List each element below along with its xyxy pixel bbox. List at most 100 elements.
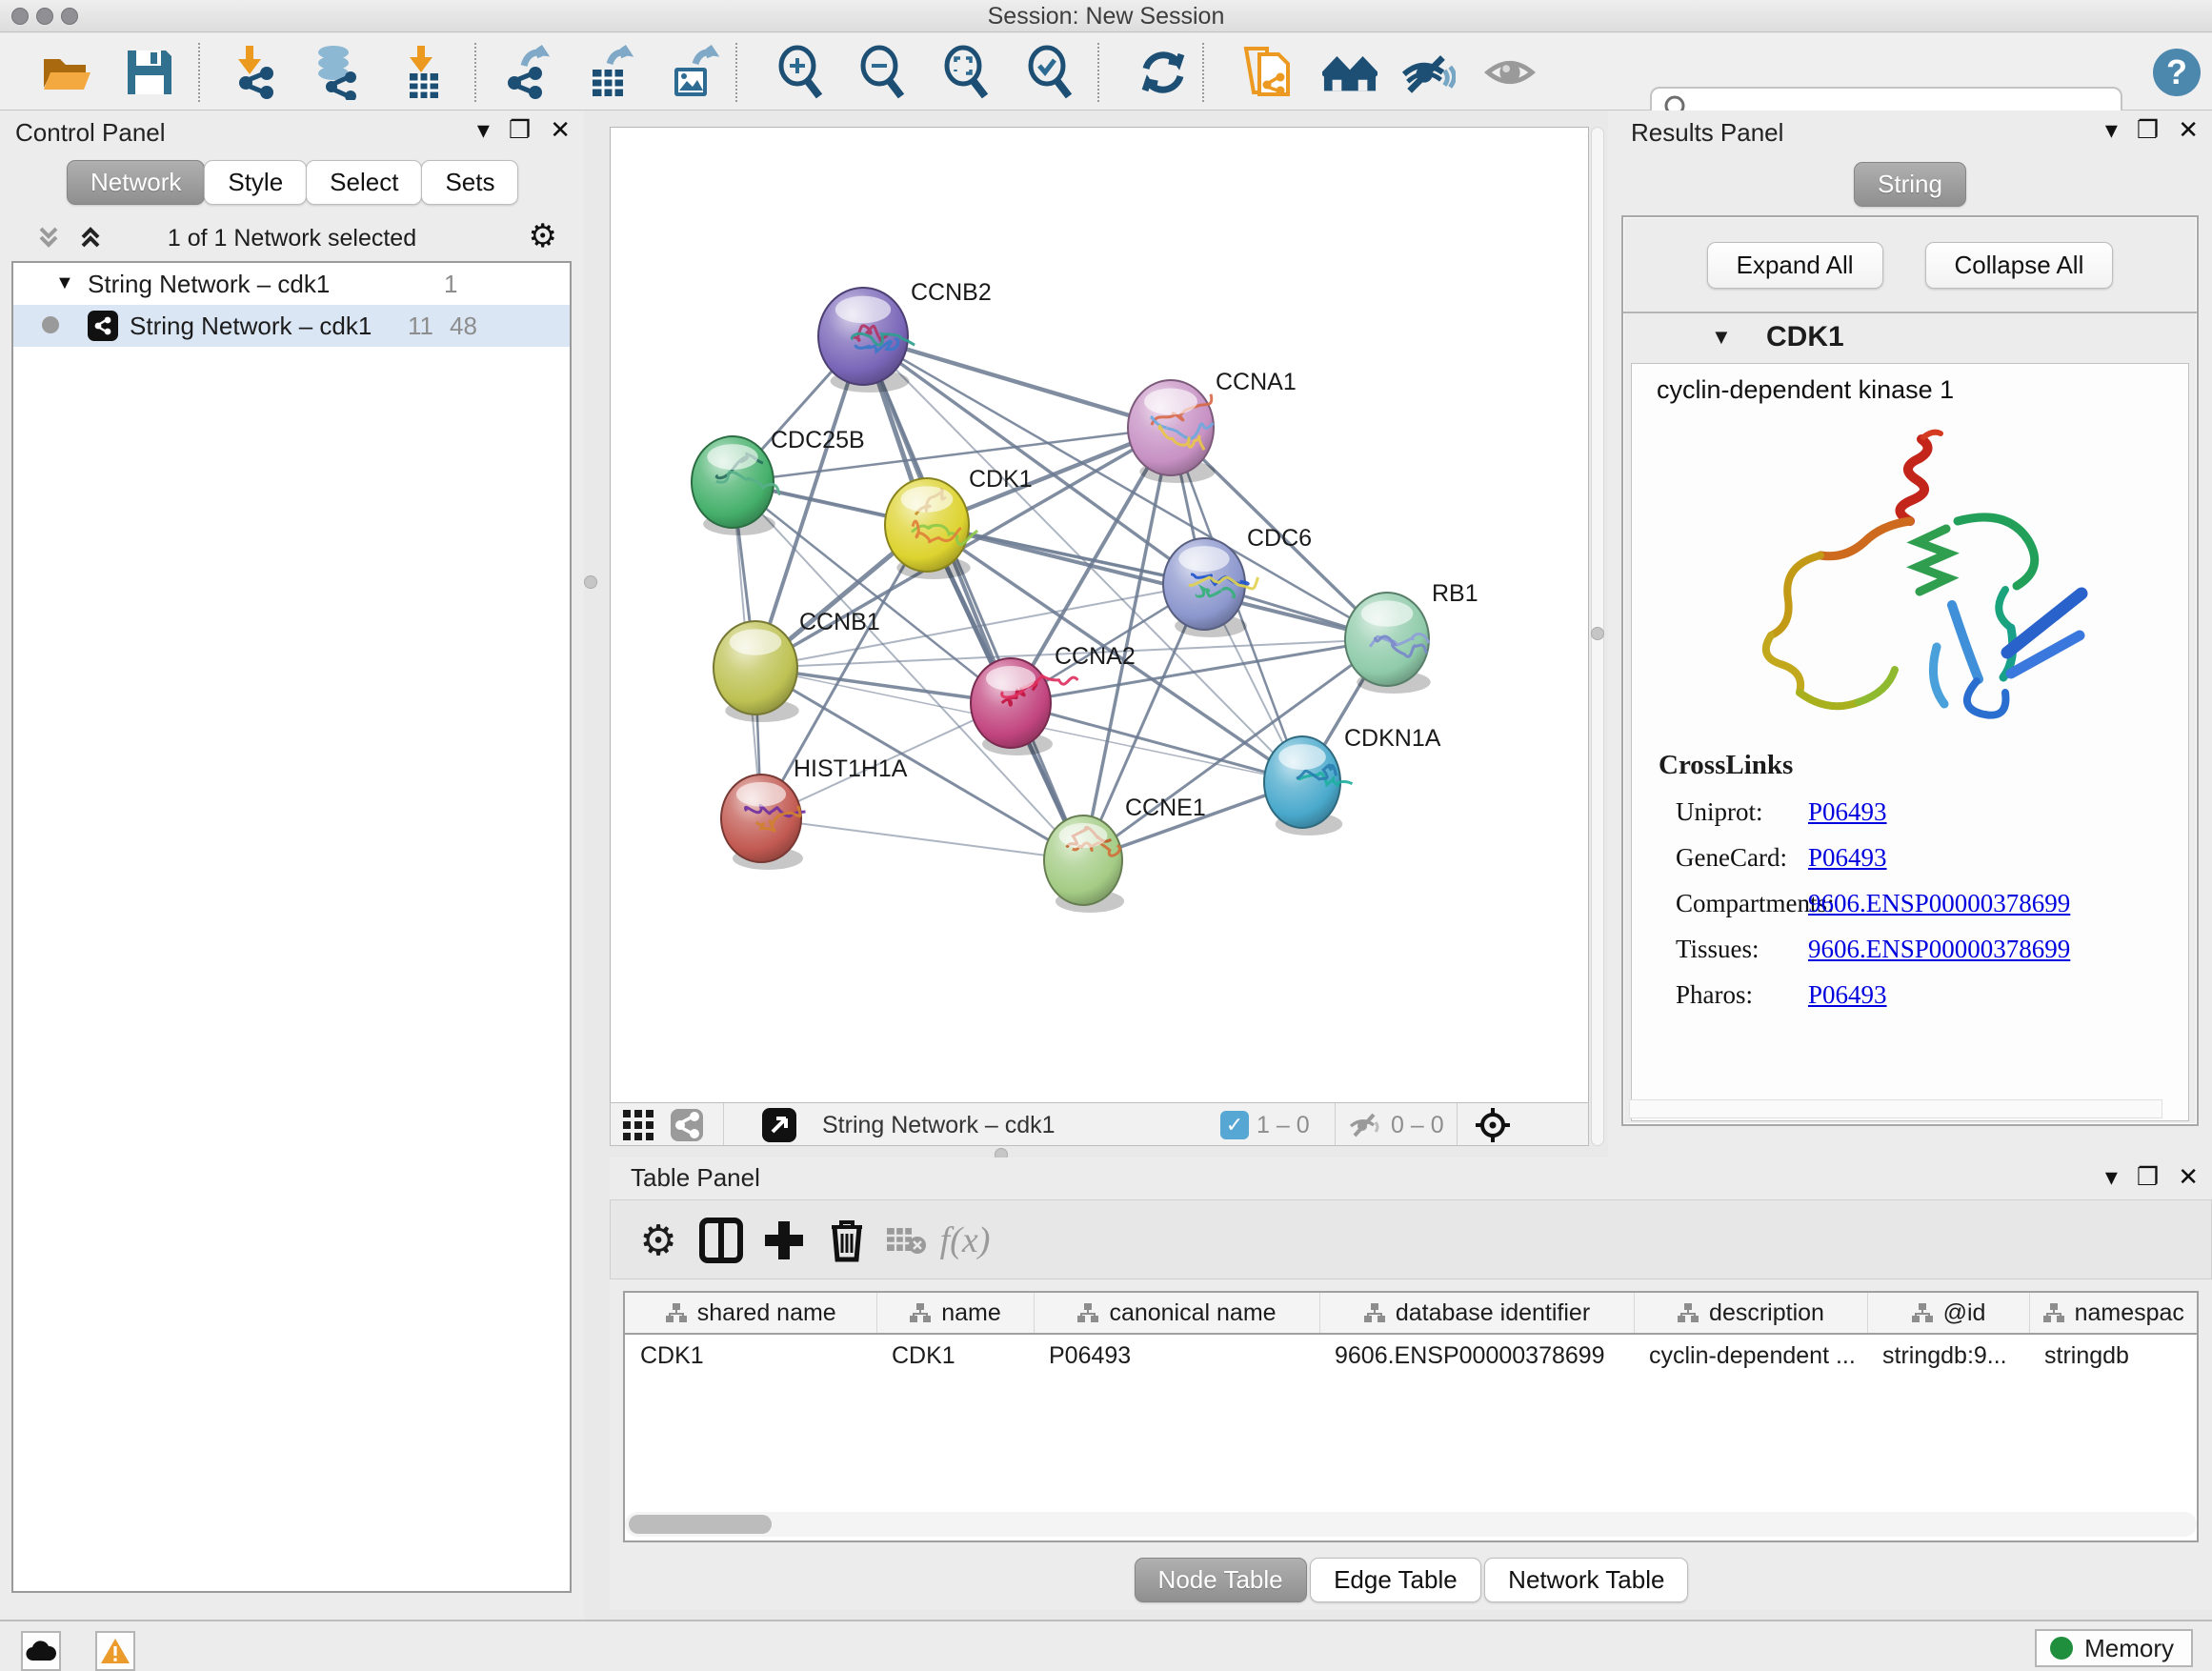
- network-graph[interactable]: CCNB2CCNA1CDC25BCDK1CDC6RB1CCNB1CCNA2CDK…: [611, 128, 1588, 1101]
- tab-style[interactable]: Style: [204, 160, 307, 205]
- scrollbar-thumb[interactable]: [629, 1515, 772, 1534]
- network-node-ccnb1[interactable]: CCNB1: [714, 609, 880, 722]
- hide-selected-button[interactable]: [1400, 45, 1456, 100]
- network-node-ccne1[interactable]: CCNE1: [1044, 795, 1206, 913]
- tab-select[interactable]: Select: [306, 160, 422, 205]
- import-network-from-file-button[interactable]: [225, 45, 280, 100]
- tab-network-table[interactable]: Network Table: [1484, 1558, 1688, 1602]
- export-image-button[interactable]: [665, 45, 720, 100]
- warnings-button[interactable]: [95, 1631, 135, 1671]
- gene-expander-icon[interactable]: ▼: [1711, 325, 1732, 350]
- show-all-button[interactable]: [1482, 45, 1538, 100]
- toolbar-separator: [735, 43, 737, 102]
- tab-string-results[interactable]: String: [1854, 162, 1966, 207]
- detach-view-button[interactable]: [761, 1107, 797, 1143]
- collection-expander-icon[interactable]: ▼: [55, 272, 74, 294]
- delete-column-button[interactable]: [820, 1214, 874, 1267]
- float-panel-icon[interactable]: ❐: [2137, 1162, 2159, 1192]
- help-button[interactable]: ?: [2149, 45, 2204, 100]
- delete-table-button[interactable]: [879, 1214, 933, 1267]
- close-panel-icon[interactable]: ✕: [2178, 115, 2199, 145]
- export-network-button[interactable]: [499, 45, 554, 100]
- network-options-gear-icon[interactable]: ⚙: [529, 217, 557, 255]
- network-node-cdkn1a[interactable]: CDKN1A: [1264, 725, 1441, 836]
- memory-button[interactable]: Memory: [2035, 1629, 2193, 1667]
- panel-menu-icon[interactable]: ▾: [2105, 115, 2118, 145]
- collapse-all-button[interactable]: Collapse All: [1925, 242, 2114, 289]
- function-builder-button[interactable]: f(x): [938, 1214, 992, 1267]
- zoom-out-button[interactable]: [855, 45, 911, 100]
- column-header[interactable]: canonical name: [1034, 1292, 1319, 1334]
- node-label-cdkn1a: CDKN1A: [1344, 725, 1441, 752]
- hidden-nodes-indicator[interactable]: 0 – 0: [1349, 1107, 1444, 1143]
- add-column-button[interactable]: [757, 1214, 811, 1267]
- zoom-selected-button[interactable]: [1023, 45, 1078, 100]
- close-panel-icon[interactable]: ✕: [2178, 1162, 2199, 1192]
- column-header[interactable]: @id: [1867, 1292, 2029, 1334]
- cell-namespace[interactable]: stringdb: [2029, 1334, 2198, 1379]
- network-collection-row[interactable]: ▼ String Network – cdk1 1: [13, 263, 570, 305]
- open-session-button[interactable]: [38, 45, 93, 100]
- selected-checkbox-icon[interactable]: ✓: [1220, 1111, 1249, 1139]
- tab-network[interactable]: Network: [67, 160, 205, 205]
- cell-database-identifier[interactable]: 9606.ENSP00000378699: [1319, 1334, 1634, 1379]
- float-panel-icon[interactable]: ❐: [509, 115, 531, 145]
- column-header[interactable]: name: [876, 1292, 1034, 1334]
- results-scrollbar[interactable]: [1629, 1099, 2162, 1118]
- close-panel-icon[interactable]: ✕: [550, 115, 571, 145]
- table-options-gear-icon[interactable]: ⚙: [632, 1214, 685, 1267]
- crosslinks-section: CrossLinks Uniprot:P06493 GeneCard:P0649…: [1632, 750, 2188, 1010]
- cell-canonical-name[interactable]: P06493: [1034, 1334, 1319, 1379]
- zoom-fit-button[interactable]: [939, 45, 995, 100]
- tab-node-table[interactable]: Node Table: [1135, 1558, 1307, 1602]
- network-node-cdk1[interactable]: CDK1: [885, 466, 1033, 579]
- save-session-button[interactable]: [122, 45, 177, 100]
- network-node-hist1h1a[interactable]: HIST1H1A: [721, 755, 908, 870]
- network-node-rb1[interactable]: RB1: [1345, 580, 1478, 694]
- cell-name[interactable]: CDK1: [876, 1334, 1034, 1379]
- network-row[interactable]: String Network – cdk1 11 48: [13, 305, 570, 347]
- string-view-button[interactable]: [670, 1107, 704, 1143]
- selected-nodes-indicator[interactable]: ✓ 1 – 0: [1220, 1107, 1310, 1143]
- column-header[interactable]: database identifier: [1319, 1292, 1634, 1334]
- zoom-in-button[interactable]: [774, 45, 829, 100]
- expand-all-button[interactable]: Expand All: [1707, 242, 1883, 289]
- import-table-from-file-button[interactable]: [394, 45, 450, 100]
- cell-shared-name[interactable]: CDK1: [624, 1334, 876, 1379]
- left-splitter-handle[interactable]: [584, 575, 597, 589]
- crosslink-label: Uniprot:: [1632, 797, 1808, 827]
- table-horizontal-scrollbar[interactable]: [625, 1512, 2197, 1537]
- network-node-cdc6[interactable]: CDC6: [1163, 525, 1312, 637]
- node-label-ccne1: CCNE1: [1125, 795, 1206, 821]
- network-node-ccnb2[interactable]: CCNB2: [818, 279, 992, 393]
- right-splitter-handle[interactable]: [1591, 627, 1604, 640]
- zoom-selected-icon: [1023, 45, 1078, 100]
- table-row[interactable]: CDK1 CDK1 P06493 9606.ENSP00000378699 cy…: [624, 1334, 2198, 1379]
- grid-view-button[interactable]: [622, 1107, 654, 1143]
- cell-id[interactable]: stringdb:9...: [1867, 1334, 2029, 1379]
- tab-sets[interactable]: Sets: [421, 160, 518, 205]
- first-neighbors-button[interactable]: [1322, 45, 1377, 100]
- clone-network-button[interactable]: [1238, 45, 1294, 100]
- birds-eye-view-button[interactable]: [1474, 1107, 1512, 1143]
- control-panel-tabs: Network Style Select Sets: [67, 160, 517, 205]
- tab-edge-table[interactable]: Edge Table: [1310, 1558, 1481, 1602]
- uniprot-link[interactable]: P06493: [1808, 797, 1887, 827]
- column-header[interactable]: shared name: [624, 1292, 876, 1334]
- panel-menu-icon[interactable]: ▾: [477, 115, 490, 145]
- column-header[interactable]: description: [1634, 1292, 1867, 1334]
- panel-menu-icon[interactable]: ▾: [2105, 1162, 2118, 1192]
- tissues-link[interactable]: 9606.ENSP00000378699: [1808, 935, 2070, 964]
- float-panel-icon[interactable]: ❐: [2137, 115, 2159, 145]
- pharos-link[interactable]: P06493: [1808, 980, 1887, 1010]
- cell-description[interactable]: cyclin-dependent ...: [1634, 1334, 1867, 1379]
- network-view[interactable]: CCNB2CCNA1CDC25BCDK1CDC6RB1CCNB1CCNA2CDK…: [610, 127, 1589, 1102]
- export-table-button[interactable]: [581, 45, 636, 100]
- genecard-link[interactable]: P06493: [1808, 843, 1887, 873]
- cloud-status-button[interactable]: [21, 1631, 61, 1671]
- refresh-view-button[interactable]: [1136, 45, 1191, 100]
- import-network-from-database-button[interactable]: [309, 45, 364, 100]
- compartments-link[interactable]: 9606.ENSP00000378699: [1808, 889, 2070, 918]
- show-columns-button[interactable]: [694, 1214, 748, 1267]
- column-header[interactable]: namespac: [2029, 1292, 2198, 1334]
